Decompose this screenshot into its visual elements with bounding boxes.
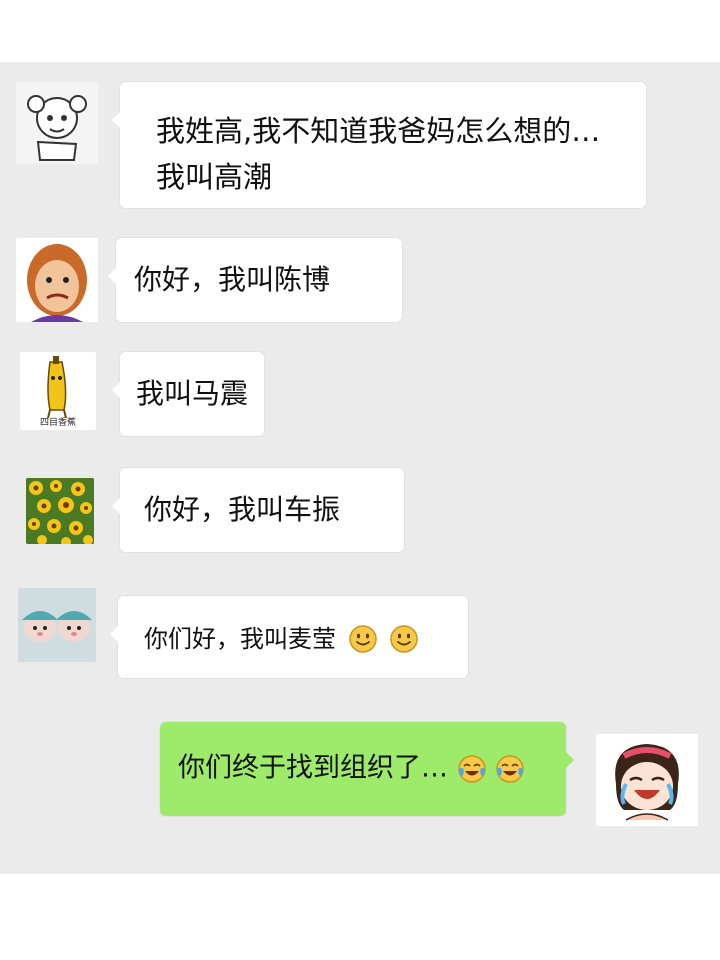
tears-of-joy-emoji-icon [495,754,525,784]
tears-of-joy-emoji-icon [457,754,487,784]
sunflower-avatar-icon[interactable] [26,478,94,544]
message-text: 你们好，我叫麦莹 [144,625,336,653]
banana-avatar-icon[interactable]: 四目香蕉 [20,352,96,430]
message-text: 我叫马震 [136,377,249,410]
message-line: 我姓高,我不知道我爸妈怎么想的… [156,114,601,148]
message-bubble[interactable]: 我姓高,我不知道我爸妈怎么想的… 我叫高潮 [112,82,646,208]
sketch-girl-avatar-icon[interactable] [16,82,98,164]
message-text: 你好，我叫车振 [144,493,341,526]
message-bubble[interactable]: 你们好，我叫麦莹 [110,596,468,678]
message-bubble-self[interactable]: 你们终于找到组织了… [160,722,574,816]
cartoon-man-avatar-icon[interactable] [16,238,98,322]
smile-emoji-icon [348,624,378,654]
chat-area: 我姓高,我不知道我爸妈怎么想的… 我叫高潮 你好，我叫陈博 四目香蕉 我叫马震 [0,62,720,874]
hamsters-avatar-icon[interactable] [18,588,96,662]
message-text: 你们终于找到组织了… [178,752,448,784]
message-bubble[interactable]: 我叫马震 [112,352,264,436]
message-line: 我叫高潮 [156,160,273,194]
avatar-caption: 四目香蕉 [39,418,76,428]
smile-emoji-icon [389,624,419,654]
message-bubble[interactable]: 你好，我叫陈博 [108,238,402,322]
message-bubble[interactable]: 你好，我叫车振 [112,468,404,552]
crying-laughing-girl-avatar-icon[interactable] [596,734,698,826]
message-text: 你好，我叫陈博 [134,263,331,296]
